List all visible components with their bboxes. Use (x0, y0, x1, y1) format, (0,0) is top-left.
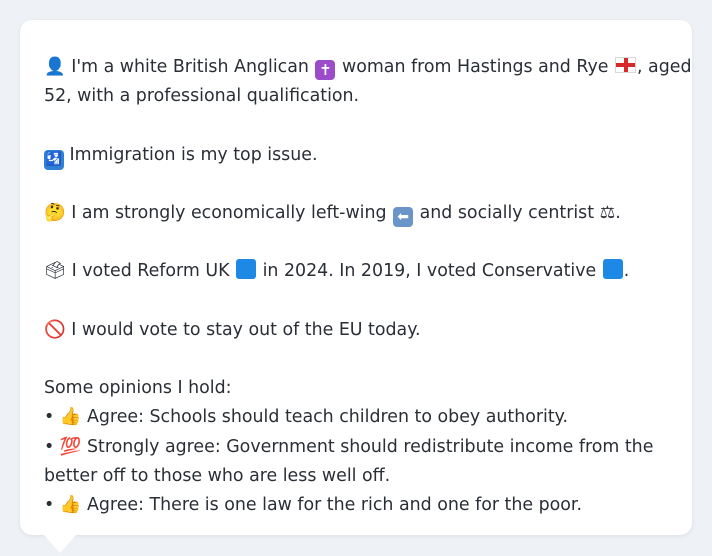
social-text: and socially centrist (419, 202, 595, 223)
latin-cross-icon: ✝ (315, 60, 336, 80)
bullet: • (44, 436, 55, 457)
identity-line-2: 52, with a professional qualification. (44, 86, 360, 107)
vote-history-line: 🗳 I voted Reform UK in 2024. In 2019, I … (44, 257, 668, 286)
vote-2024-text: I voted Reform UK (71, 261, 230, 282)
identity-suffix: , aged (637, 57, 692, 77)
ideology-line: 🤔 I am strongly economically left-wing ⬅… (44, 199, 668, 228)
speech-bubble-tail (44, 535, 76, 553)
persona-card: 👤 I'm a white British Anglican ✝ woman f… (20, 20, 692, 535)
opinion-text: Strongly agree: Government should redist… (44, 436, 654, 486)
thumbs-up-icon: 👍 (59, 407, 82, 428)
opinions-heading: Some opinions I hold: (44, 378, 232, 399)
top-issue-text: Immigration is my top issue. (69, 144, 318, 165)
opinion-item-3: • 👍 Agree: There is one law for the rich… (44, 491, 668, 520)
person-icon: 👤 (44, 57, 66, 77)
no-entry-icon: 🚫 (44, 319, 66, 340)
bullet: • (44, 494, 55, 515)
eu-stance-text: I would vote to stay out of the EU today… (71, 319, 421, 340)
scales-icon: ⚖ (599, 202, 616, 223)
passport-control-icon: 🛂 (44, 149, 64, 170)
identity-line: 👤 I'm a white British Anglican ✝ woman f… (44, 53, 692, 82)
identity-prefix: I'm a white British Anglican (71, 57, 309, 77)
england-flag-icon (615, 57, 636, 73)
left-arrow-icon: ⬅ (393, 206, 414, 227)
thumbs-up-icon: 👍 (59, 494, 82, 515)
ballot-box-icon: 🗳 (44, 261, 67, 282)
reform-blue-square-icon (236, 259, 257, 280)
vote-2019-text: in 2024. In 2019, I voted Conservative (262, 261, 597, 282)
opinion-text: Agree: There is one law for the rich and… (86, 494, 583, 515)
bullet: • (44, 407, 55, 428)
conservative-blue-square-icon (602, 259, 623, 280)
opinion-item-2: • 💯 Strongly agree: Government should re… (44, 433, 668, 491)
vote-suffix: . (623, 261, 630, 282)
eu-stance-line: 🚫 I would vote to stay out of the EU tod… (44, 316, 668, 345)
persona-text: 👤 I'm a white British Anglican ✝ woman f… (44, 53, 692, 520)
opinion-item-1: • 👍 Agree: Schools should teach children… (44, 403, 668, 432)
thinking-face-icon: 🤔 (44, 202, 66, 223)
opinion-text: Agree: Schools should teach children to … (86, 407, 569, 428)
ideology-suffix: . (615, 202, 621, 223)
economic-text: I am strongly economically left-wing (71, 202, 387, 223)
hundred-points-icon: 💯 (59, 436, 82, 457)
identity-middle: woman from Hastings and Rye (341, 57, 609, 77)
top-issue-line: 🛂 Immigration is my top issue. (44, 141, 668, 170)
